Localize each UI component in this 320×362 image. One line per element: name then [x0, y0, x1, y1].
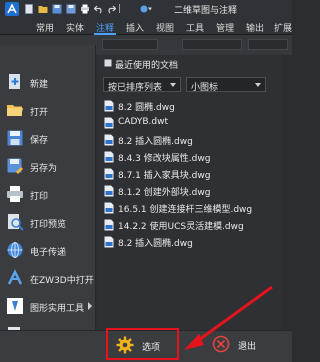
menu-item-print-preview[interactable]: 打印预览 [0, 209, 96, 237]
undo-icon[interactable] [94, 4, 104, 14]
app-menu: 新建 打开 保存 另存为 打印 打印预览 电子传递 在ZW3D中打开 图形实用工… [0, 45, 96, 342]
recent-file-item[interactable]: 14.2.2 使用UCS灵活建模.dwg [104, 218, 279, 232]
menu-item-print[interactable]: 打印 [0, 181, 96, 209]
zw3d-icon [7, 269, 23, 285]
menu-item-drawing-utilities[interactable]: 图形实用工具 [0, 293, 96, 321]
tab-insert[interactable]: 插入 [126, 21, 144, 34]
menu-item-new[interactable]: 新建 [0, 69, 96, 97]
exit-button[interactable]: 退出 [208, 330, 278, 360]
chevron-down-icon [170, 83, 176, 87]
quick-save-icon[interactable] [52, 4, 62, 14]
quick-print-icon[interactable] [80, 4, 90, 14]
exit-label: 退出 [238, 342, 257, 352]
chevron-down-icon [255, 83, 261, 87]
workspace-switch-icon[interactable] [140, 4, 152, 14]
print-preview-icon [8, 214, 24, 231]
dwg-file-icon [104, 100, 114, 112]
recent-file-item[interactable]: 8.2 插入圆椭.dwg [104, 133, 279, 147]
dwt-file-icon [104, 117, 114, 129]
app-logo-icon[interactable] [5, 2, 19, 16]
options-label: 选项 [142, 343, 161, 353]
title-bar: | 二维草图与注释 [0, 0, 292, 18]
recent-file-item[interactable]: 8.1.2 创建外部块.dwg [104, 184, 279, 198]
quick-saveas-icon[interactable] [66, 4, 76, 14]
ribbon-scale-field [248, 39, 288, 50]
tab-manage[interactable]: 管理 [216, 21, 234, 34]
etransmit-icon [7, 242, 23, 258]
options-button[interactable]: 选项 [106, 328, 179, 360]
icon-size-dropdown[interactable]: 小图标 [186, 77, 266, 93]
menu-item-save-as[interactable]: 另存为 [0, 153, 96, 181]
exit-icon [212, 335, 230, 353]
tab-solid[interactable]: 实体 [66, 21, 84, 34]
recent-file-item[interactable]: CADYB.dwt [104, 116, 279, 130]
dwg-file-icon [104, 134, 114, 146]
recent-file-item[interactable]: 8.4.3 修改块属性.dwg [104, 150, 279, 164]
menu-item-save[interactable]: 保存 [0, 125, 96, 153]
redo-icon[interactable] [106, 4, 116, 14]
new-icon [9, 74, 20, 89]
dwg-file-icon [104, 168, 114, 180]
recent-file-item[interactable]: 8.2 圆椭.dwg [104, 99, 279, 113]
recent-file-item[interactable]: 8.2 插入圆椭.dwg [104, 235, 279, 249]
tab-common[interactable]: 常用 [36, 21, 54, 34]
recent-file-item[interactable]: 16.5.1 创建连接杆三维模型.dwg [104, 201, 279, 215]
dwg-file-icon [104, 151, 114, 163]
quick-open-icon[interactable] [38, 4, 48, 14]
menu-item-open-in-zw3d[interactable]: 在ZW3D中打开 [0, 265, 96, 293]
dwg-file-icon [104, 219, 114, 231]
dwg-file-icon [104, 236, 114, 248]
menu-item-open[interactable]: 打开 [0, 97, 96, 125]
tab-extend[interactable]: 扩展 [274, 21, 292, 34]
menu-item-etransmit[interactable]: 电子传递 [0, 237, 96, 265]
dwg-file-icon [104, 202, 114, 214]
tab-view[interactable]: 视图 [156, 21, 174, 34]
tab-tools[interactable]: 工具 [186, 21, 204, 34]
toolbar-separator: | [118, 4, 122, 14]
recent-documents-icon [104, 59, 112, 67]
submenu-arrow-icon [88, 302, 92, 310]
gear-icon [116, 336, 134, 354]
recent-documents-title: 最近使用的文档 [115, 61, 179, 71]
recent-file-item[interactable]: 8.7.1 插入家具块.dwg [104, 167, 279, 181]
sort-order-dropdown[interactable]: 按已排序列表 [103, 77, 181, 93]
tab-output[interactable]: 输出 [246, 21, 264, 34]
save-as-icon [7, 158, 23, 174]
quick-new-icon[interactable] [24, 4, 34, 14]
save-icon [7, 130, 23, 146]
recent-documents-panel: 最近使用的文档 按已排序列表 小图标 8.2 圆椭.dwg CADYB.dwt … [97, 55, 282, 330]
print-icon [7, 186, 23, 202]
ribbon-style-field [102, 39, 158, 50]
open-folder-icon [7, 105, 23, 116]
ribbon-tab-bar: 常用 实体 注释 插入 视图 工具 管理 输出 扩展 [0, 18, 292, 35]
ribbon-layer-field [182, 39, 242, 50]
window-title: 二维草图与注释 [174, 6, 238, 16]
drawing-utilities-icon [7, 298, 23, 314]
dwg-file-icon [104, 185, 114, 197]
